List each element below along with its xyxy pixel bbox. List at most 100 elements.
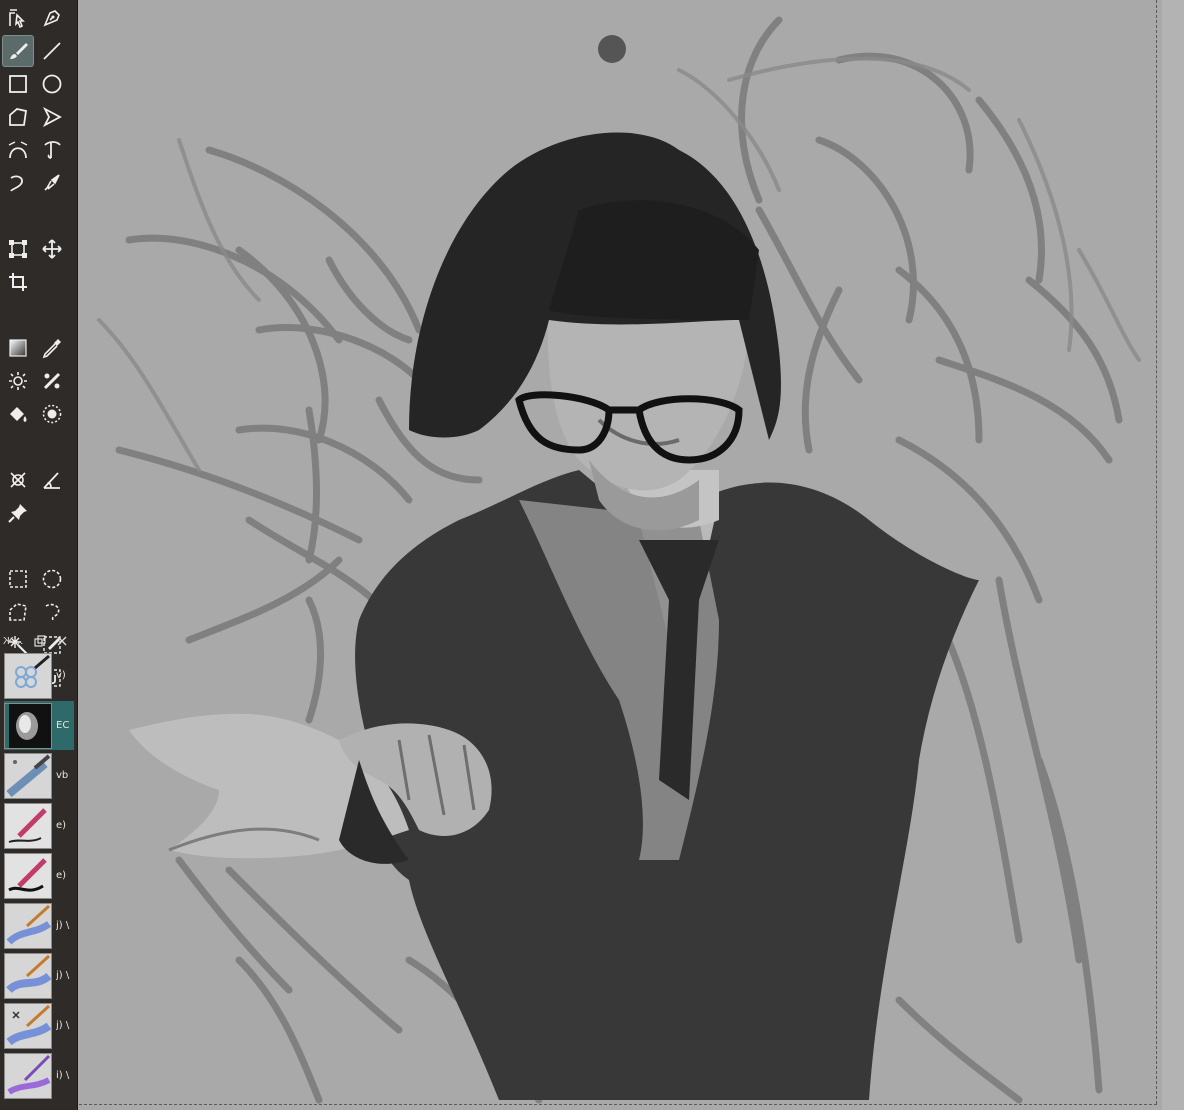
color-picker-tool[interactable] (36, 332, 68, 364)
enclosed-fill-icon (42, 404, 62, 424)
brush-presets-title: Ж... (3, 635, 24, 647)
artwork-painting (79, 0, 1184, 1110)
brush-preset-item[interactable]: e) (4, 801, 74, 850)
preset-label: j) \ (56, 970, 70, 981)
line-tool[interactable] (36, 35, 68, 67)
preset-label: EC (56, 720, 70, 731)
transform-icon (9, 240, 27, 258)
preset-thumbnail (4, 702, 52, 749)
fill-icon (10, 407, 27, 422)
calligraphy-pen-icon (43, 10, 60, 27)
ellipse-select-tool[interactable] (36, 563, 68, 595)
rect-select-icon (9, 570, 27, 588)
assistant-tool[interactable] (2, 464, 34, 496)
brush-preset-item-selected[interactable]: EC (4, 701, 74, 750)
polyline-tool[interactable] (36, 101, 68, 133)
preset-label: v) (56, 670, 66, 681)
polygon-tool[interactable] (2, 101, 34, 133)
empty-slot (36, 266, 68, 298)
purple-brush-icon (5, 1053, 51, 1098)
smart-patch-tool[interactable] (36, 167, 68, 199)
rectangle-icon (9, 75, 27, 93)
brush-preset-item[interactable]: e) (4, 851, 74, 900)
line-icon (43, 42, 61, 60)
preset-thumbnail (4, 952, 52, 999)
colorize-mask-tool[interactable] (2, 365, 34, 397)
float-docker-button[interactable] (32, 633, 48, 649)
reference-tool[interactable] (2, 497, 34, 529)
brush-preset-item[interactable]: i) \ (4, 1051, 74, 1100)
freehand-select-icon (45, 603, 60, 621)
preset-thumbnail (4, 852, 52, 899)
preset-label: e) (56, 870, 67, 881)
brush-preset-item[interactable]: vb (4, 751, 74, 800)
rectangle-tool[interactable] (2, 68, 34, 100)
assistant-icon (10, 472, 26, 488)
preset-label: j) \ (56, 1020, 70, 1031)
ellipse-select-icon (42, 569, 62, 589)
select-shapes-icon (9, 9, 25, 29)
preset-thumbnail (4, 1052, 52, 1099)
ink-pen-icon (5, 853, 51, 898)
crop-tool[interactable] (2, 266, 34, 298)
brush-preset-list: v) EC vb e) e) j) \ j) \ j) \ i) \ (4, 651, 74, 1101)
move-tool[interactable] (36, 233, 68, 265)
transform-tool[interactable] (2, 233, 34, 265)
preset-thumbnail (4, 1002, 52, 1049)
crop-icon (9, 273, 27, 291)
brush-preset-item[interactable]: v) (4, 651, 74, 700)
preset-thumbnail (4, 752, 52, 799)
colorize-mask-icon (9, 372, 27, 390)
preset-thumbnail (4, 652, 52, 699)
select-shapes-tool[interactable] (2, 2, 34, 34)
ink-pen-icon (5, 803, 51, 848)
similar-color-tool[interactable] (36, 365, 68, 397)
rect-select-tool[interactable] (2, 563, 34, 595)
blur-brush-icon (5, 653, 51, 698)
fill-tool[interactable] (2, 398, 34, 430)
preset-label: j) \ (56, 920, 70, 931)
brush-preset-item[interactable]: j) \ (4, 1001, 74, 1050)
gradient-tool[interactable] (2, 332, 34, 364)
polygon-select-tool[interactable] (2, 596, 34, 628)
canvas-edge-bottom (79, 1104, 1157, 1105)
watercolor-brush-icon (5, 903, 51, 948)
multibrush-icon (10, 175, 23, 192)
freehand-brush-tool[interactable] (2, 35, 34, 67)
toolbox-panel: Ж... v) EC vb e) e) j) \ j) \ j) \ i) \ (0, 0, 78, 1110)
brush-preset-item[interactable]: j) \ (4, 901, 74, 950)
eraser-brush-icon (5, 703, 51, 748)
preset-label: i) \ (56, 1070, 70, 1081)
preset-thumbnail (4, 802, 52, 849)
calligraphy-pen-tool[interactable] (36, 2, 68, 34)
similar-color-icon (43, 372, 61, 390)
enclosed-fill-tool[interactable] (36, 398, 68, 430)
freehand-brush-icon (10, 43, 28, 59)
measure-icon (43, 472, 60, 489)
freehand-select-tool[interactable] (36, 596, 68, 628)
canvas-area[interactable] (79, 0, 1184, 1110)
polyline-icon (42, 106, 62, 128)
bezier-curve-tool[interactable] (2, 134, 34, 166)
measure-tool[interactable] (36, 464, 68, 496)
close-docker-button[interactable] (54, 633, 70, 649)
ellipse-tool[interactable] (36, 68, 68, 100)
canvas-edge-right (1156, 0, 1157, 1104)
multibrush-tool[interactable] (2, 167, 34, 199)
reference-icon (8, 504, 27, 523)
watercolor-brush-icon (5, 953, 51, 998)
close-icon (57, 636, 67, 646)
brush-preset-item[interactable]: j) \ (4, 951, 74, 1000)
preset-label: e) (56, 820, 67, 831)
watercolor-brush-icon (5, 1003, 51, 1048)
dynamic-brush-icon (44, 141, 61, 159)
vertical-scroll-area[interactable] (1162, 0, 1184, 1110)
gradient-icon (9, 339, 27, 357)
ellipse-icon (42, 74, 62, 94)
preset-label: vb (56, 770, 69, 781)
smart-patch-icon (44, 174, 60, 191)
float-window-icon (34, 635, 46, 647)
polygon-icon (9, 108, 28, 126)
dynamic-brush-tool[interactable] (36, 134, 68, 166)
blender-brush-icon (5, 753, 51, 798)
